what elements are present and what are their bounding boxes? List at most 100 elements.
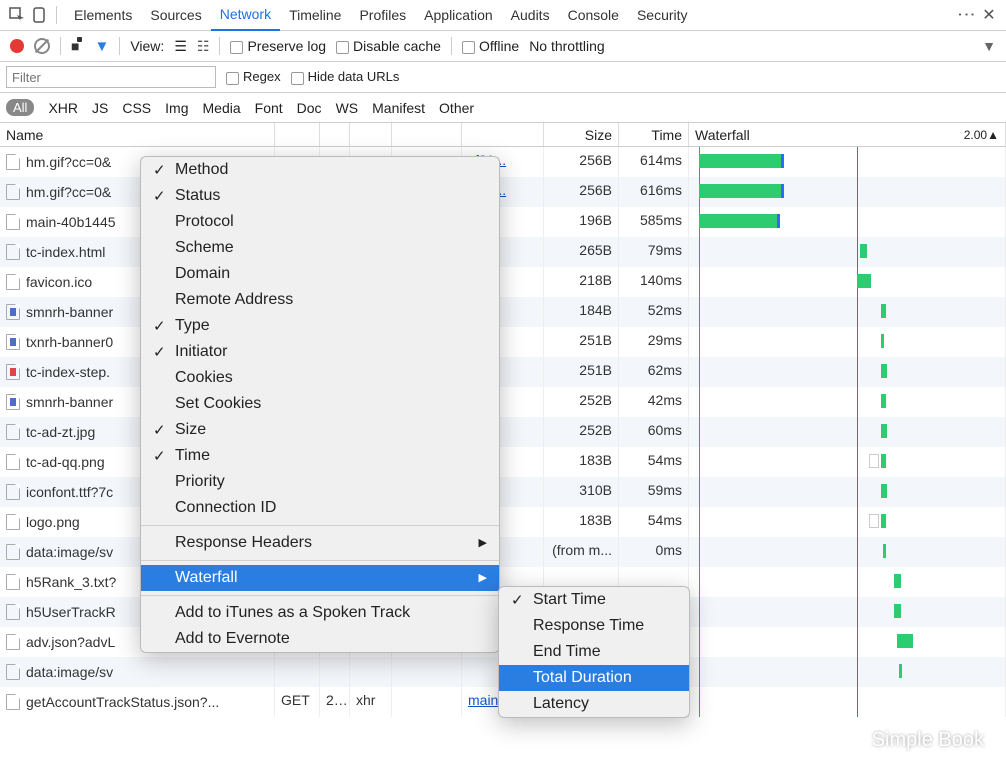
- file-icon: [6, 454, 20, 470]
- menu-type[interactable]: Type: [141, 313, 499, 339]
- waterfall-scale: 2.00▲: [964, 128, 999, 142]
- waterfall-submenu: Start TimeResponse TimeEnd TimeTotal Dur…: [498, 586, 690, 718]
- hide-data-urls-checkbox[interactable]: Hide data URLs: [291, 69, 400, 84]
- file-name: txnrh-banner0: [26, 334, 113, 350]
- inspect-icon[interactable]: [8, 6, 26, 24]
- menu-remote-address[interactable]: Remote Address: [141, 287, 499, 313]
- file-icon: [6, 274, 20, 290]
- offline-checkbox[interactable]: Offline: [462, 38, 519, 54]
- waterfall-cell: [689, 627, 1006, 657]
- file-icon: [6, 694, 20, 710]
- menu-response-headers[interactable]: Response Headers: [141, 530, 499, 556]
- header-waterfall[interactable]: Waterfall 2.00▲: [689, 123, 1006, 146]
- chip-css[interactable]: CSS: [122, 100, 151, 116]
- chip-doc[interactable]: Doc: [297, 100, 322, 116]
- divider: [141, 525, 499, 526]
- waterfall-cell: [689, 567, 1006, 597]
- file-icon: [6, 634, 20, 650]
- file-name: tc-index.html: [26, 244, 105, 260]
- menu-priority[interactable]: Priority: [141, 469, 499, 495]
- waterfall-cell: [689, 387, 1006, 417]
- menu-status[interactable]: Status: [141, 183, 499, 209]
- menu-scheme[interactable]: Scheme: [141, 235, 499, 261]
- clear-icon[interactable]: [34, 38, 50, 54]
- file-name: smnrh-banner: [26, 304, 113, 320]
- tab-console[interactable]: Console: [559, 0, 628, 31]
- list-view-icon[interactable]: ☰: [174, 38, 187, 55]
- menu-add-itunes[interactable]: Add to iTunes as a Spoken Track: [141, 600, 499, 626]
- menu-method[interactable]: Method: [141, 157, 499, 183]
- disable-cache-checkbox[interactable]: Disable cache: [336, 38, 441, 54]
- file-name: data:image/sv: [26, 544, 113, 560]
- record-icon[interactable]: [10, 39, 24, 53]
- header-status[interactable]: [320, 123, 350, 146]
- submenu-end-time[interactable]: End Time: [499, 639, 689, 665]
- chip-img[interactable]: Img: [165, 100, 188, 116]
- tab-elements[interactable]: Elements: [65, 0, 141, 31]
- throttling-select[interactable]: No throttling: [529, 38, 604, 54]
- chip-xhr[interactable]: XHR: [48, 100, 78, 116]
- header-name[interactable]: Name: [0, 123, 275, 146]
- submenu-response-time[interactable]: Response Time: [499, 613, 689, 639]
- tab-sources[interactable]: Sources: [141, 0, 210, 31]
- more-icon[interactable]: ⋮: [956, 5, 977, 25]
- header-initiator[interactable]: [392, 123, 462, 146]
- device-icon[interactable]: [30, 6, 48, 24]
- file-name: h5Rank_3.txt?: [26, 574, 116, 590]
- file-icon: [6, 514, 20, 530]
- file-name: main-40b1445: [26, 214, 116, 230]
- waterfall-cell: [689, 477, 1006, 507]
- preserve-log-checkbox[interactable]: Preserve log: [230, 38, 326, 54]
- header-method[interactable]: [275, 123, 320, 146]
- close-icon[interactable]: ✕: [980, 6, 998, 24]
- divider: [60, 37, 61, 55]
- menu-connection-id[interactable]: Connection ID: [141, 495, 499, 521]
- tab-network[interactable]: Network: [211, 0, 280, 31]
- menu-add-evernote[interactable]: Add to Evernote: [141, 626, 499, 652]
- tab-audits[interactable]: Audits: [502, 0, 559, 31]
- file-name: hm.gif?cc=0&: [26, 154, 111, 170]
- watermark-icon: [834, 732, 864, 750]
- filter-icon[interactable]: ▼: [94, 38, 109, 55]
- regex-checkbox[interactable]: Regex: [226, 69, 281, 84]
- menu-cookies[interactable]: Cookies: [141, 365, 499, 391]
- chip-media[interactable]: Media: [203, 100, 241, 116]
- menu-size[interactable]: Size: [141, 417, 499, 443]
- table-headers: Name Size Time Waterfall 2.00▲: [0, 123, 1006, 147]
- waterfall-cell: [689, 177, 1006, 207]
- chip-all[interactable]: All: [6, 99, 34, 116]
- file-name: tc-ad-zt.jpg: [26, 424, 95, 440]
- menu-protocol[interactable]: Protocol: [141, 209, 499, 235]
- tab-profiles[interactable]: Profiles: [350, 0, 415, 31]
- header-initiator2[interactable]: [462, 123, 544, 146]
- dropdown-arrow-icon[interactable]: ▼: [982, 38, 996, 54]
- menu-waterfall[interactable]: Waterfall: [141, 565, 499, 591]
- menu-initiator[interactable]: Initiator: [141, 339, 499, 365]
- menu-domain[interactable]: Domain: [141, 261, 499, 287]
- tab-timeline[interactable]: Timeline: [280, 0, 350, 31]
- submenu-total-duration[interactable]: Total Duration: [499, 665, 689, 691]
- file-name: getAccountTrackStatus.json?...: [26, 694, 219, 710]
- submenu-latency[interactable]: Latency: [499, 691, 689, 717]
- menu-set-cookies[interactable]: Set Cookies: [141, 391, 499, 417]
- file-name: tc-index-step.: [26, 364, 110, 380]
- tab-security[interactable]: Security: [628, 0, 697, 31]
- chip-ws[interactable]: WS: [336, 100, 359, 116]
- chip-manifest[interactable]: Manifest: [372, 100, 425, 116]
- header-type[interactable]: [350, 123, 392, 146]
- chip-other[interactable]: Other: [439, 100, 474, 116]
- submenu-start-time[interactable]: Start Time: [499, 587, 689, 613]
- tab-application[interactable]: Application: [415, 0, 502, 31]
- file-icon: [6, 604, 20, 620]
- header-time[interactable]: Time: [619, 123, 689, 146]
- menu-time[interactable]: Time: [141, 443, 499, 469]
- detail-view-icon[interactable]: ☷: [197, 38, 210, 55]
- header-size[interactable]: Size: [544, 123, 619, 146]
- divider: [141, 595, 499, 596]
- chip-js[interactable]: JS: [92, 100, 108, 116]
- chip-font[interactable]: Font: [255, 100, 283, 116]
- file-name: tc-ad-qq.png: [26, 454, 105, 470]
- camera-icon[interactable]: ■: [71, 38, 84, 54]
- filter-input[interactable]: [6, 66, 216, 88]
- waterfall-cell: [689, 537, 1006, 567]
